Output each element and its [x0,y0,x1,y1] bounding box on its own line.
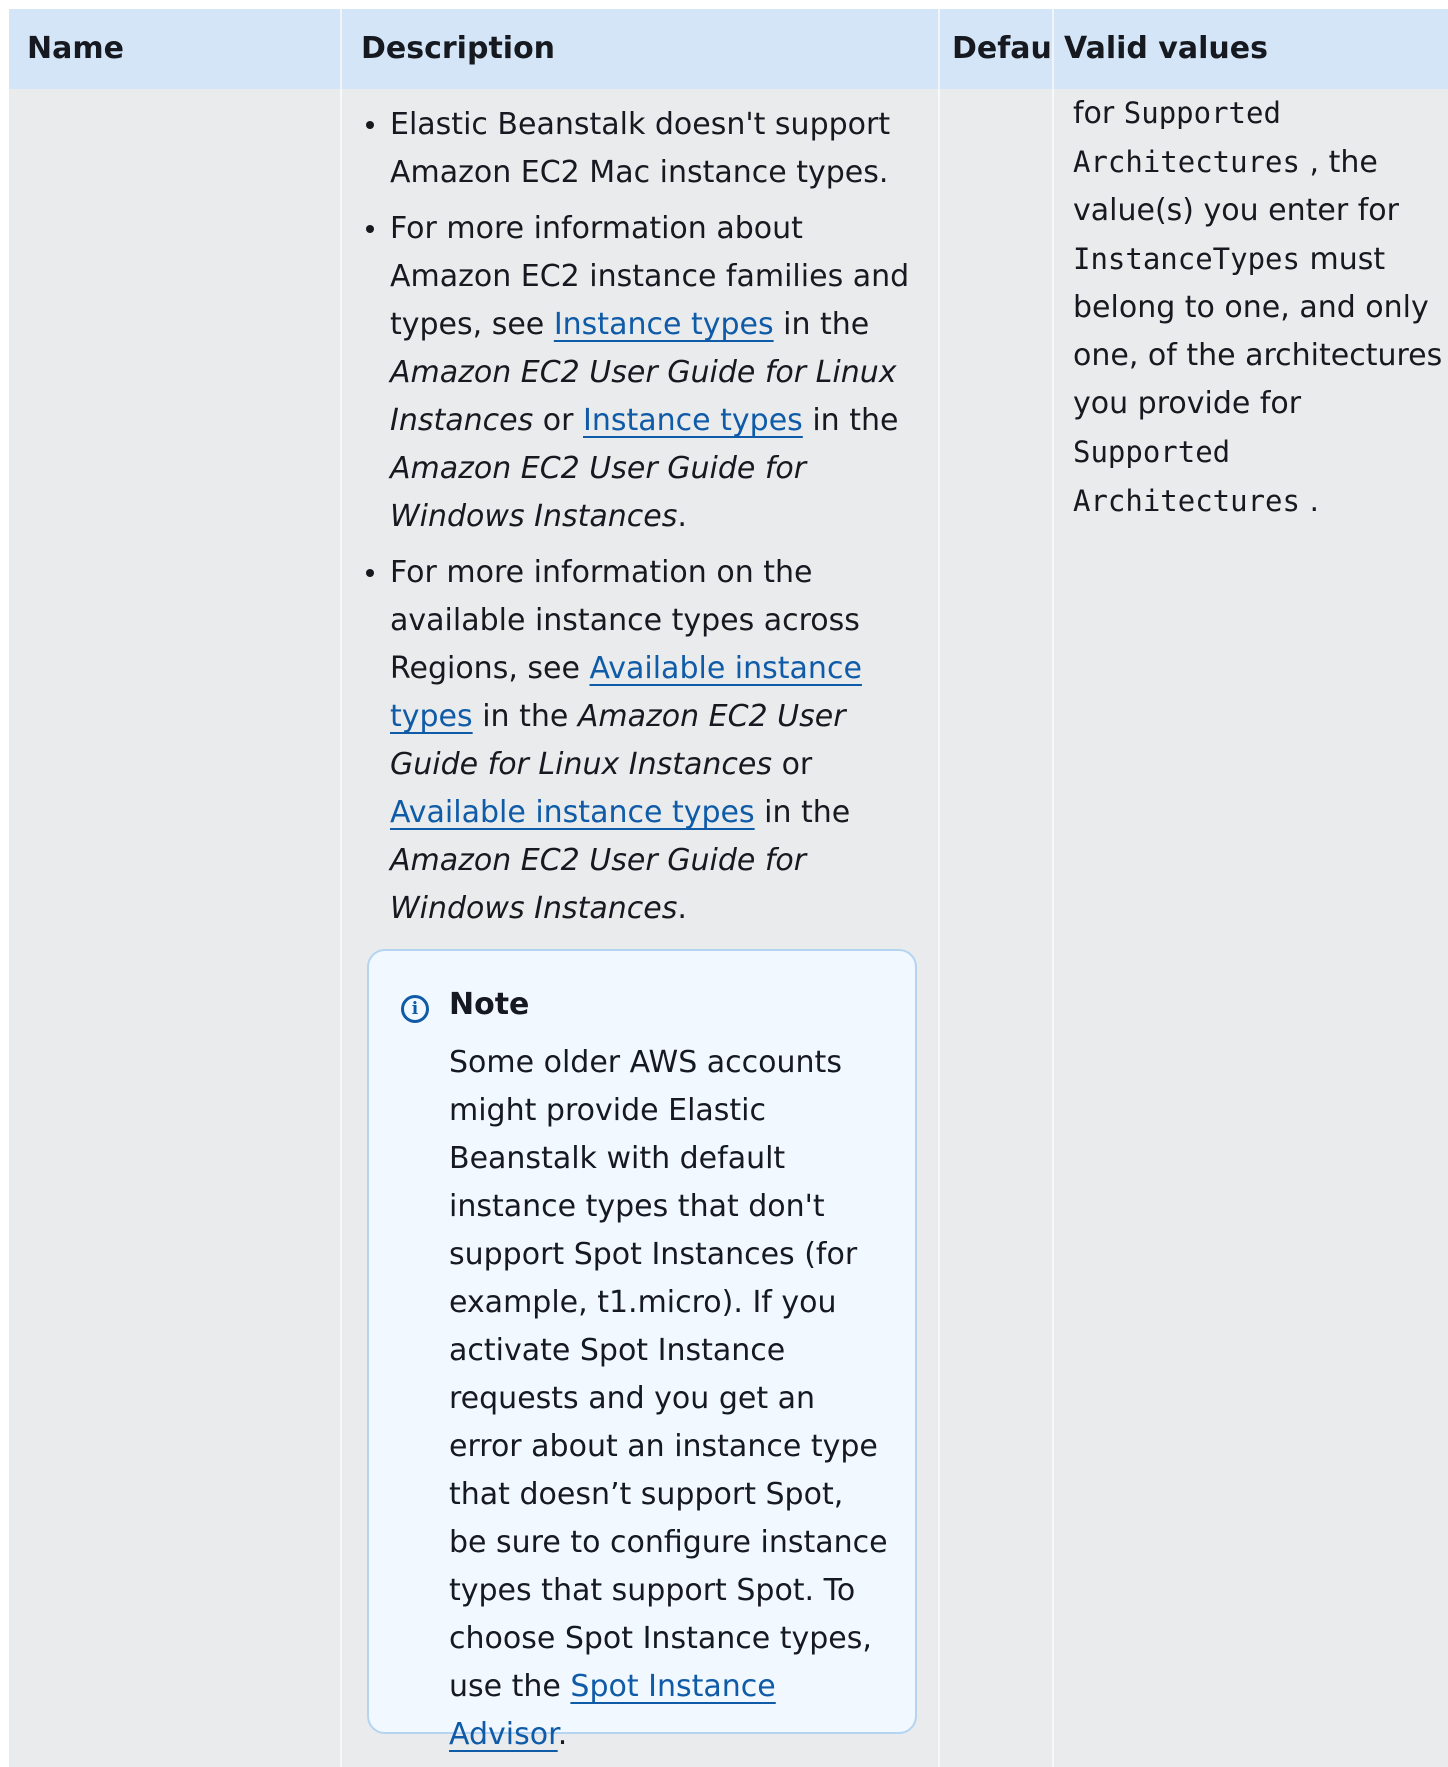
table-header: Name Description Default Valid values [9,9,1448,89]
list-item: Elastic Beanstalk doesn't support Amazon… [342,101,938,197]
name-column [9,9,342,1767]
bullet-text: Elastic Beanstalk doesn't support Amazon… [390,107,891,190]
bullet-text: . [677,499,687,534]
header-divider [938,9,940,89]
options-table: Name Description Default Valid values El… [9,9,1448,1767]
header-default: Default [952,31,1052,66]
note-body: Some older AWS accounts might provide El… [449,1039,889,1759]
info-icon: i [401,995,429,1023]
instance-types-linux-link[interactable]: Instance types [554,307,774,342]
description-cell: Elastic Beanstalk doesn't support Amazon… [342,89,938,1752]
description-list: Elastic Beanstalk doesn't support Amazon… [342,101,938,933]
bullet-text: . [677,891,687,926]
bullet-icon [366,121,374,129]
code-text: InstanceTypes [1073,242,1300,276]
header-divider [1052,9,1054,89]
valid-text: for [1073,96,1124,131]
list-item: For more information about Amazon EC2 in… [342,205,938,541]
available-instance-types-windows-link[interactable]: Available instance types [390,795,755,830]
header-divider [340,9,342,89]
code-text: Supported Architectures [1073,435,1300,518]
note-box: i Note Some older AWS accounts might pro… [367,949,917,1752]
bullet-text: in the [773,307,870,342]
header-valid-values: Valid values [1064,31,1268,66]
bullet-text: or [772,747,813,782]
valid-values-cell: for Supported Architectures , the value(… [1073,89,1443,526]
bullet-text: in the [754,795,851,830]
header-name: Name [27,31,124,66]
valid-text: . [1299,484,1320,519]
note-title: Note [449,987,530,1022]
bullet-icon [366,225,374,233]
note-text: Some older AWS accounts might provide El… [449,1045,888,1704]
bullet-text: in the [802,403,899,438]
bullet-text: in the [472,699,578,734]
guide-title: Amazon EC2 User Guide for Windows Instan… [390,451,807,534]
bullet-icon [366,569,374,577]
header-description: Description [361,31,556,66]
instance-types-windows-link[interactable]: Instance types [583,403,803,438]
list-item: For more information on the available in… [342,549,938,933]
guide-title: Amazon EC2 User Guide for Windows Instan… [390,843,807,926]
note-text: . [557,1717,568,1752]
bullet-text: or [533,403,583,438]
default-column [940,9,1054,1767]
